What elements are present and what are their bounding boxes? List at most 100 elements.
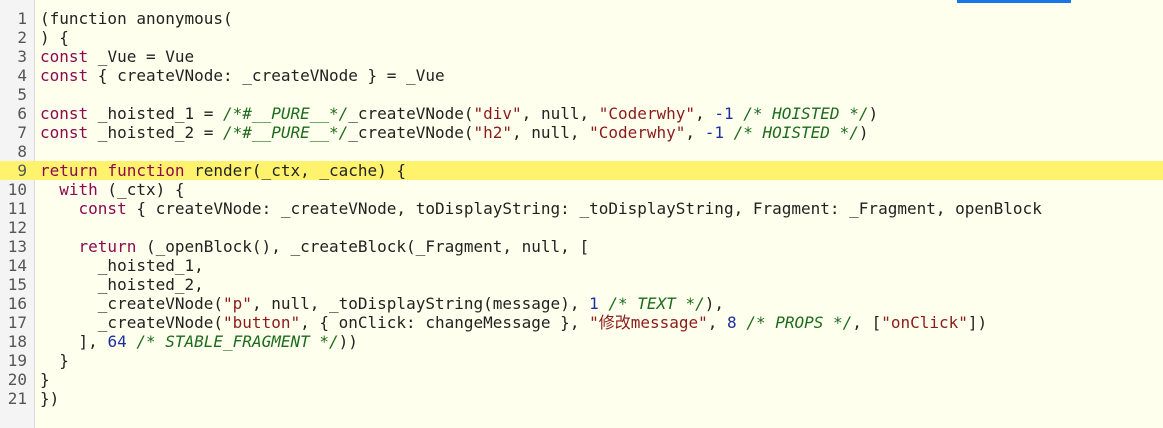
code-line[interactable]: 1 (function anonymous( bbox=[0, 9, 1163, 28]
code-token: ), bbox=[704, 294, 724, 313]
code-token: const bbox=[78, 199, 127, 218]
line-code: const _Vue = Vue bbox=[40, 47, 194, 66]
line-number: 9 bbox=[17, 161, 27, 180]
line-number: 20 bbox=[7, 370, 27, 389]
code-line[interactable]: 3 const _Vue = Vue bbox=[0, 47, 1163, 66]
code-token: (function anonymous( bbox=[40, 9, 233, 28]
code-line[interactable]: 13 return (_openBlock(), _createBlock(_F… bbox=[0, 237, 1163, 256]
code-line[interactable]: 5 bbox=[0, 85, 1163, 104]
line-number: 12 bbox=[7, 218, 27, 237]
code-token: { createVNode: _createVNode, toDisplaySt… bbox=[126, 199, 1042, 218]
code-token: ) bbox=[858, 123, 869, 142]
line-code: (function anonymous( bbox=[40, 9, 233, 28]
code-line[interactable]: 11 const { createVNode: _createVNode, to… bbox=[0, 199, 1163, 218]
line-code: const _hoisted_1 = /*#__PURE__*/_createV… bbox=[40, 104, 878, 123]
code-token: -1 bbox=[714, 104, 734, 123]
code-token: "h2" bbox=[473, 123, 513, 142]
code-line[interactable]: 7 const _hoisted_2 = /*#__PURE__*/_create… bbox=[0, 123, 1163, 142]
code-token: ]) bbox=[967, 313, 988, 332]
code-line[interactable]: 20} bbox=[0, 370, 1163, 389]
line-code: _hoisted_1, bbox=[40, 256, 204, 275]
code-token: /* TEXT */ bbox=[608, 294, 705, 313]
code-token: _Vue = Vue bbox=[88, 47, 195, 66]
line-number: 18 bbox=[7, 332, 27, 351]
code-token: { createVNode: _createVNode } = _Vue bbox=[88, 66, 445, 85]
source-code-viewer: 1 (function anonymous(2) {3 const _Vue = V… bbox=[0, 0, 1163, 428]
code-token: return bbox=[78, 237, 137, 256]
code-token: const bbox=[40, 66, 89, 85]
code-token: , [ bbox=[852, 313, 882, 332]
code-line[interactable]: 17 _createVNode("button", { onClick: cha… bbox=[0, 313, 1163, 332]
code-line[interactable]: 14 _hoisted_1, bbox=[0, 256, 1163, 275]
code-line[interactable]: 18 ], 64 /* STABLE_FRAGMENT */)) bbox=[0, 332, 1163, 351]
code-token: 8 bbox=[727, 313, 737, 332]
code-token: -1 bbox=[704, 123, 724, 142]
line-number: 4 bbox=[17, 66, 27, 85]
line-number: 19 bbox=[7, 351, 27, 370]
code-line[interactable]: 10 with (_ctx) { bbox=[0, 180, 1163, 199]
line-number: 16 bbox=[7, 294, 27, 313]
code-token: "p" bbox=[223, 294, 252, 313]
code-token: _hoisted_2, bbox=[40, 275, 204, 294]
line-number: 14 bbox=[7, 256, 27, 275]
code-token: , { onClick: changeMessage }, bbox=[300, 313, 590, 332]
code-token: (_ctx) { bbox=[97, 180, 185, 199]
code-token: _createVNode( bbox=[40, 313, 224, 332]
code-line[interactable]: 12 bbox=[0, 218, 1163, 237]
line-code: const _hoisted_2 = /*#__PURE__*/_createV… bbox=[40, 123, 868, 142]
line-code: }) bbox=[40, 389, 59, 408]
line-code: _hoisted_2, bbox=[40, 275, 204, 294]
code-line[interactable]: 4 const { createVNode: _createVNode } = _… bbox=[0, 66, 1163, 85]
code-token: /*#__PURE__*/ bbox=[223, 104, 349, 123]
code-token: 1 bbox=[589, 294, 599, 313]
code-token: "Coderwhy" bbox=[598, 104, 696, 123]
line-code: return (_openBlock(), _createBlock(_Frag… bbox=[40, 237, 590, 256]
code-token: (_openBlock(), _createBlock(_Fragment, n… bbox=[136, 237, 590, 256]
line-number: 21 bbox=[7, 389, 27, 408]
line-number: 5 bbox=[17, 85, 27, 104]
line-number: 6 bbox=[17, 104, 27, 123]
line-number: 11 bbox=[7, 199, 27, 218]
code-token: _createVNode( bbox=[348, 123, 474, 142]
code-token: } bbox=[40, 351, 69, 370]
code-token: "Coderwhy" bbox=[589, 123, 686, 142]
line-number: 3 bbox=[17, 47, 27, 66]
line-number: 15 bbox=[7, 275, 27, 294]
code-line[interactable]: 8 bbox=[0, 142, 1163, 161]
code-line[interactable]: 16 _createVNode("p", null, _toDisplayStr… bbox=[0, 294, 1163, 313]
line-number: 10 bbox=[7, 180, 27, 199]
code-line[interactable]: 9 return function render(_ctx, _cache) { bbox=[0, 161, 1163, 180]
code-line[interactable]: 6 const _hoisted_1 = /*#__PURE__*/_create… bbox=[0, 104, 1163, 123]
code-area[interactable]: 1 (function anonymous(2) {3 const _Vue = V… bbox=[0, 9, 1163, 408]
code-token: ) { bbox=[40, 28, 69, 47]
code-token: function bbox=[107, 161, 185, 180]
code-token: 64 bbox=[107, 332, 127, 351]
line-number: 7 bbox=[17, 123, 27, 142]
code-line[interactable]: 19 } bbox=[0, 351, 1163, 370]
code-token: , bbox=[685, 123, 705, 142]
line-code: return function render(_ctx, _cache) { bbox=[40, 161, 406, 180]
code-token: render(_ctx, _cache) { bbox=[184, 161, 407, 180]
code-token: }) bbox=[40, 389, 60, 408]
code-token: "button" bbox=[223, 313, 301, 332]
code-line[interactable]: 15 _hoisted_2, bbox=[0, 275, 1163, 294]
code-token: return bbox=[40, 161, 98, 180]
code-token: ], bbox=[40, 332, 108, 351]
code-token: , bbox=[707, 313, 728, 332]
line-code: const { createVNode: _createVNode } = _V… bbox=[40, 66, 445, 85]
line-number: 8 bbox=[17, 142, 27, 161]
code-token: /*#__PURE__*/ bbox=[223, 123, 349, 142]
code-token: _createVNode( bbox=[348, 104, 474, 123]
active-tab-indicator bbox=[957, 0, 1071, 3]
code-line[interactable]: 21}) bbox=[0, 389, 1163, 408]
code-token: _createVNode( bbox=[40, 294, 224, 313]
code-line[interactable]: 2) { bbox=[0, 28, 1163, 47]
code-token: _hoisted_1, bbox=[40, 256, 204, 275]
